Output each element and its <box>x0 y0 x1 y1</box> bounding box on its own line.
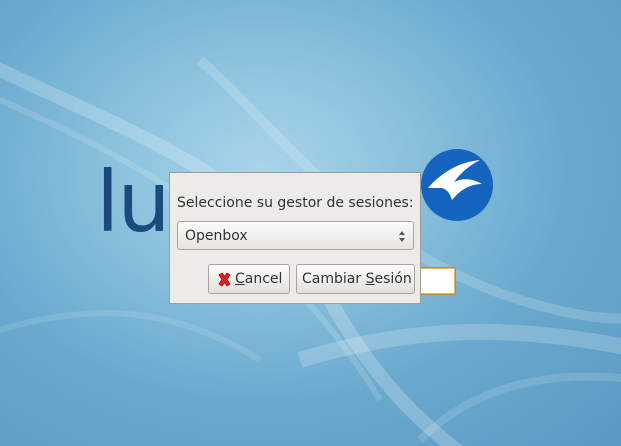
cancel-mnemonic: C <box>235 271 245 287</box>
brand-wordmark: lu <box>96 153 171 251</box>
session-select[interactable]: Openbox <box>177 221 414 250</box>
session-prompt-label: Seleccione su gestor de sesiones: <box>177 195 414 211</box>
lubuntu-bird-logo-icon <box>421 149 493 221</box>
password-input[interactable] <box>418 267 456 295</box>
red-x-cancel-icon <box>218 272 231 287</box>
up-down-arrows-icon <box>399 231 405 242</box>
desktop-background: lu Seleccione su gestor de sesiones: Ope… <box>0 0 621 446</box>
switch-session-button[interactable]: Cambiar Sesión <box>296 264 415 294</box>
switch-label-prefix: Cambiar <box>302 271 366 287</box>
cancel-label-rest: ancel <box>244 271 283 287</box>
switch-label-rest: esión <box>374 271 412 287</box>
switch-session-button-label: Cambiar Sesión <box>302 271 412 287</box>
session-dialog: Seleccione su gestor de sesiones: Openbo… <box>169 172 421 304</box>
cancel-button-label: Cancel <box>235 271 282 287</box>
session-select-value: Openbox <box>185 228 248 244</box>
cancel-button[interactable]: Cancel <box>208 264 290 294</box>
